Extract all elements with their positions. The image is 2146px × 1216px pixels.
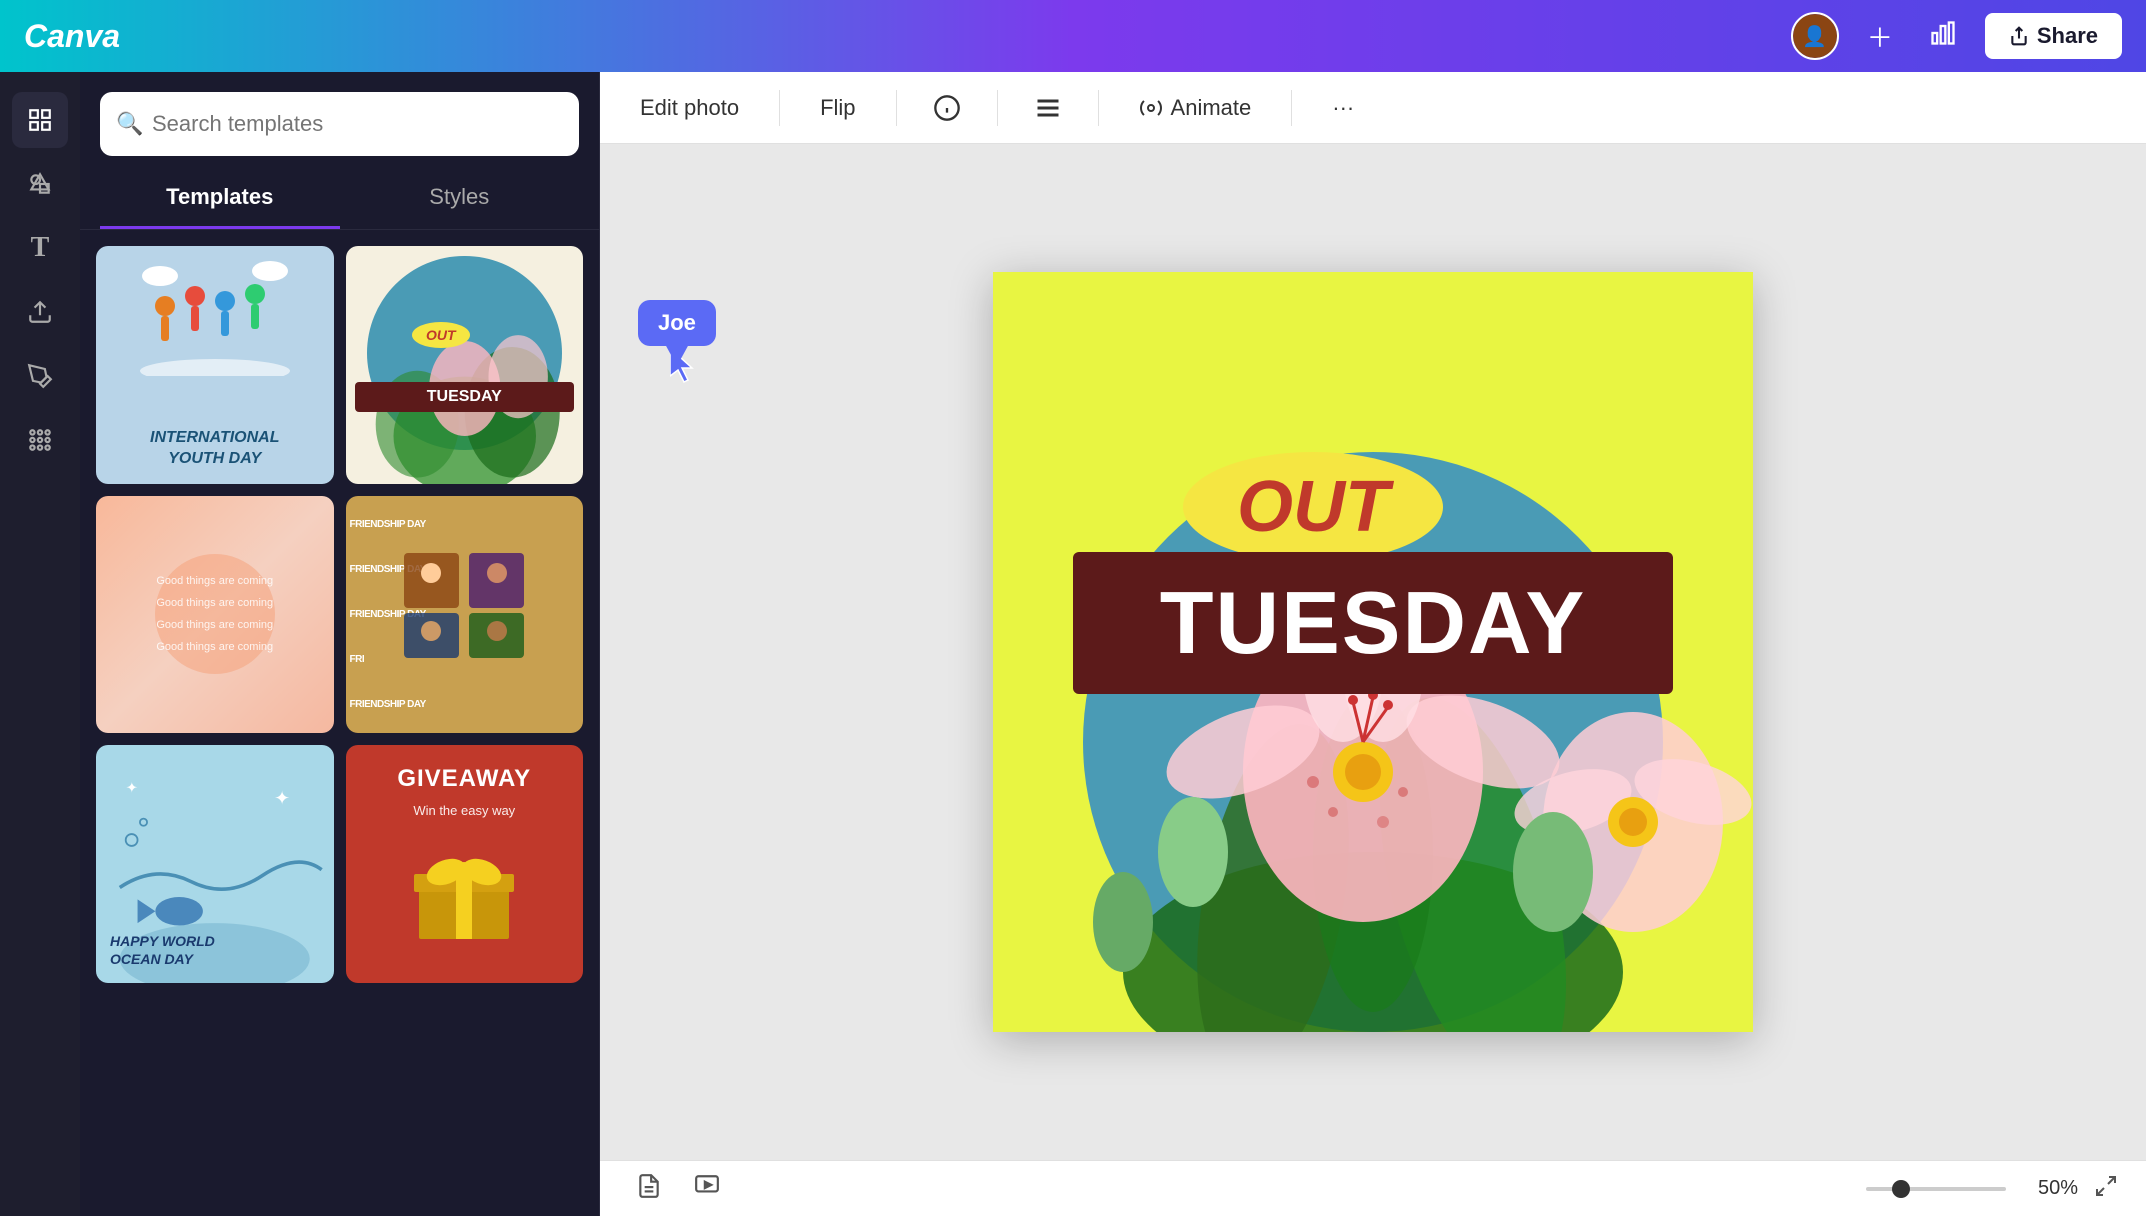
template-card[interactable]: OUT TUESDAY bbox=[346, 246, 584, 484]
ocean-day-text: HAPPY WORLDOCEAN DAY bbox=[110, 932, 320, 968]
text-icon: T bbox=[31, 232, 50, 264]
bottom-right-controls: 50% bbox=[1866, 1174, 2118, 1204]
good-things-text: Good things are comingGood things are co… bbox=[140, 554, 289, 674]
more-options-button[interactable]: ··· bbox=[1320, 87, 1366, 129]
toolbar-divider-1 bbox=[779, 90, 780, 126]
main-canvas[interactable]: OUT TUESDAY bbox=[993, 272, 1753, 1032]
canvas-out-oval: OUT bbox=[1183, 452, 1443, 562]
search-icon: 🔍 bbox=[116, 111, 143, 137]
tab-styles[interactable]: Styles bbox=[340, 168, 580, 229]
add-collaborator-button[interactable]: ＋ bbox=[1859, 10, 1901, 63]
flip-label: Flip bbox=[820, 95, 855, 121]
templates-grid: INTERNATIONALYOUTH DAY OUT TUESDAY Good … bbox=[80, 230, 599, 1216]
fullscreen-button[interactable] bbox=[2094, 1174, 2118, 1204]
flip-button[interactable]: Flip bbox=[808, 87, 867, 129]
template-title: INTERNATIONALYOUTH DAY bbox=[150, 428, 279, 470]
giveaway-title: GIVEAWAY bbox=[397, 765, 531, 793]
template-card[interactable]: GIVEAWAY Win the easy way bbox=[346, 745, 584, 983]
avatar[interactable]: 👤 bbox=[1791, 12, 1839, 60]
analytics-button[interactable] bbox=[1921, 11, 1965, 62]
friendship-illustration bbox=[394, 543, 534, 663]
search-wrapper: 🔍 bbox=[100, 92, 579, 156]
collaborator-name: Joe bbox=[658, 310, 696, 335]
toolbar-divider-2 bbox=[896, 90, 897, 126]
template-card[interactable]: FRIENDSHIP DAY FRIENDSHIP DAY FRIENDSHIP… bbox=[346, 496, 584, 734]
canvas-area: Joe bbox=[600, 144, 2146, 1160]
bottom-left-controls bbox=[628, 1165, 728, 1213]
svg-text:✦: ✦ bbox=[274, 788, 290, 809]
toolbar-divider-4 bbox=[1098, 90, 1099, 126]
collaborator-bubble: Joe bbox=[638, 300, 716, 346]
zoom-slider[interactable] bbox=[1866, 1187, 2006, 1191]
flowers-illustration bbox=[346, 246, 584, 484]
more-label: ··· bbox=[1332, 95, 1354, 121]
sidebar-icons: T bbox=[0, 72, 80, 1216]
search-input[interactable] bbox=[100, 92, 579, 156]
zoom-label: 50% bbox=[2022, 1177, 2078, 1200]
info-button[interactable] bbox=[925, 86, 969, 130]
template-card[interactable]: INTERNATIONALYOUTH DAY bbox=[96, 246, 334, 484]
sidebar-item-elements[interactable] bbox=[12, 156, 68, 212]
canvas-tuesday-bar: TUESDAY bbox=[1073, 552, 1673, 694]
text-align-button[interactable] bbox=[1026, 86, 1070, 130]
t2-tuesday: TUESDAY bbox=[355, 382, 574, 412]
search-bar: 🔍 bbox=[80, 72, 599, 168]
animate-button[interactable]: Animate bbox=[1127, 87, 1264, 129]
sidebar-item-apps[interactable] bbox=[12, 412, 68, 468]
collaborator-tooltip: Joe bbox=[638, 300, 716, 389]
tab-templates[interactable]: Templates bbox=[100, 168, 340, 229]
bubble-pointer bbox=[665, 344, 689, 366]
sidebar-item-uploads[interactable] bbox=[12, 284, 68, 340]
animate-label: Animate bbox=[1171, 95, 1252, 121]
t2-out: OUT bbox=[412, 322, 470, 348]
youth-day-illustration bbox=[135, 256, 295, 376]
sidebar-item-grid[interactable] bbox=[12, 92, 68, 148]
canva-logo: Canva bbox=[24, 18, 120, 55]
template-card[interactable]: Good things are comingGood things are co… bbox=[96, 496, 334, 734]
toolbar-divider-5 bbox=[1291, 90, 1292, 126]
svg-text:✦: ✦ bbox=[126, 781, 138, 797]
template-card[interactable]: ✦ ✦ HAPPY WORLDOCEAN DAY bbox=[96, 745, 334, 983]
share-label: Share bbox=[2037, 23, 2098, 49]
header-right: 👤 ＋ Share bbox=[1791, 10, 2122, 63]
bottom-bar: 50% bbox=[600, 1160, 2146, 1216]
edit-photo-label: Edit photo bbox=[640, 95, 739, 121]
share-button[interactable]: Share bbox=[1985, 13, 2122, 59]
sidebar-item-text[interactable]: T bbox=[12, 220, 68, 276]
header: Canva 👤 ＋ Share bbox=[0, 0, 2146, 72]
canvas-out-text: OUT bbox=[1237, 466, 1389, 548]
present-button[interactable] bbox=[686, 1165, 728, 1213]
notes-button[interactable] bbox=[628, 1165, 670, 1213]
toolbar: Edit photo Flip Animate ··· bbox=[600, 72, 2146, 144]
sidebar-item-draw[interactable] bbox=[12, 348, 68, 404]
panel-tabs: Templates Styles bbox=[80, 168, 599, 230]
edit-photo-button[interactable]: Edit photo bbox=[628, 87, 751, 129]
left-panel: 🔍 Templates Styles bbox=[80, 72, 600, 1216]
toolbar-divider-3 bbox=[997, 90, 998, 126]
canvas-tuesday-text: TUESDAY bbox=[1160, 573, 1586, 672]
giveaway-subtitle: Win the easy way bbox=[413, 803, 515, 818]
gift-illustration bbox=[404, 834, 524, 944]
